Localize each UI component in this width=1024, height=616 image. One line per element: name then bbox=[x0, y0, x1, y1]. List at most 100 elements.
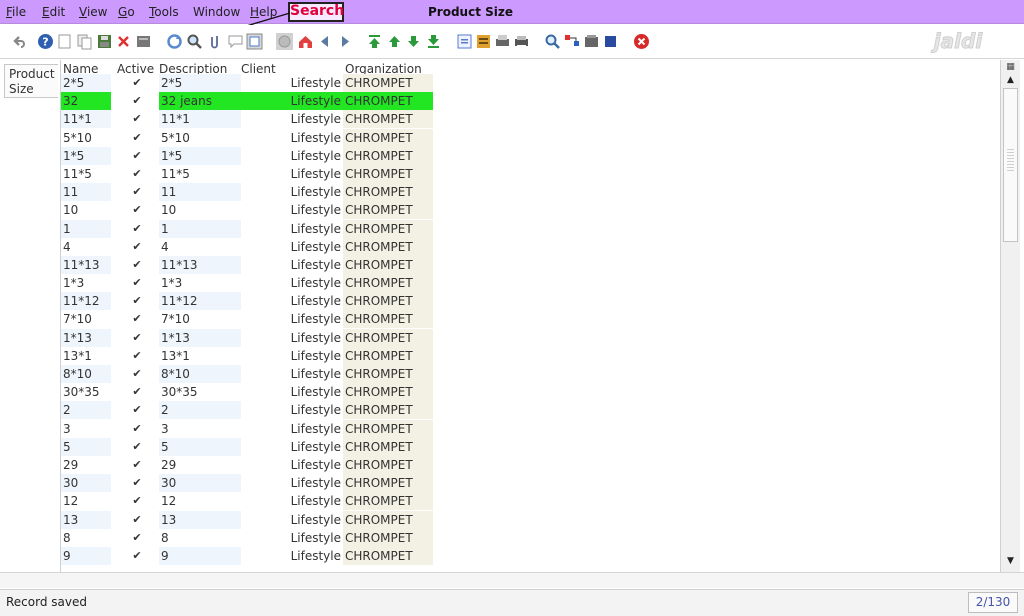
organization-cell[interactable]: CHROMPET bbox=[343, 383, 433, 402]
delete-selection-icon[interactable] bbox=[135, 33, 152, 50]
client-cell[interactable]: Lifestyle bbox=[241, 183, 343, 201]
print-icon[interactable] bbox=[513, 33, 530, 50]
organization-cell[interactable]: CHROMPET bbox=[343, 365, 433, 383]
organization-cell[interactable]: CHROMPET bbox=[343, 274, 433, 293]
client-cell[interactable]: Lifestyle bbox=[241, 201, 343, 219]
client-cell[interactable]: Lifestyle bbox=[241, 456, 343, 474]
name-cell[interactable]: 7*10 bbox=[61, 310, 111, 328]
active-checkbox[interactable]: ✔ bbox=[127, 74, 147, 92]
tab-product-size[interactable]: Product Size bbox=[4, 64, 58, 98]
client-cell[interactable]: Lifestyle bbox=[241, 74, 343, 92]
organization-cell[interactable]: CHROMPET bbox=[343, 74, 433, 92]
organization-cell[interactable]: CHROMPET bbox=[343, 474, 433, 493]
active-checkbox[interactable]: ✔ bbox=[127, 310, 147, 328]
previous-record-icon[interactable] bbox=[386, 33, 403, 50]
active-checkbox[interactable]: ✔ bbox=[127, 474, 147, 492]
client-cell[interactable]: Lifestyle bbox=[241, 220, 343, 238]
description-cell[interactable]: 13 bbox=[159, 510, 241, 529]
zoom-across-icon[interactable] bbox=[544, 33, 561, 50]
vertical-scrollbar[interactable]: ▦ ▲ ▼ bbox=[1000, 60, 1020, 572]
active-checkbox[interactable]: ✔ bbox=[127, 383, 147, 401]
client-cell[interactable]: Lifestyle bbox=[241, 438, 343, 456]
client-cell[interactable]: Lifestyle bbox=[241, 292, 343, 310]
name-cell[interactable]: 13*1 bbox=[61, 347, 111, 365]
client-cell[interactable]: Lifestyle bbox=[241, 129, 343, 147]
client-cell[interactable]: Lifestyle bbox=[241, 256, 343, 274]
active-checkbox[interactable]: ✔ bbox=[127, 201, 147, 219]
description-cell[interactable]: 11 bbox=[159, 183, 241, 202]
table-row[interactable]: 8*10 ✔ 8*10 Lifestyle CHROMPET bbox=[61, 365, 1000, 383]
table-row[interactable]: 12 ✔ 12 Lifestyle CHROMPET bbox=[61, 492, 1000, 511]
description-cell[interactable]: 8 bbox=[159, 529, 241, 547]
search-icon[interactable] bbox=[186, 33, 203, 50]
organization-cell[interactable]: CHROMPET bbox=[343, 419, 433, 438]
active-checkbox[interactable]: ✔ bbox=[127, 274, 147, 292]
name-cell[interactable]: 3 bbox=[61, 420, 111, 438]
table-row[interactable]: 7*10 ✔ 7*10 Lifestyle CHROMPET bbox=[61, 310, 1000, 329]
menu-go[interactable]: Go bbox=[118, 5, 135, 19]
history-icon[interactable] bbox=[276, 33, 293, 50]
organization-cell[interactable]: CHROMPET bbox=[343, 183, 433, 202]
table-row[interactable]: 30 ✔ 30 Lifestyle CHROMPET bbox=[61, 474, 1000, 493]
name-cell[interactable]: 11*1 bbox=[61, 110, 111, 129]
client-cell[interactable]: Lifestyle bbox=[241, 329, 343, 347]
organization-cell[interactable]: CHROMPET bbox=[343, 492, 433, 511]
name-cell[interactable]: 8 bbox=[61, 529, 111, 547]
menu-help[interactable]: Help bbox=[250, 5, 277, 19]
organization-cell[interactable]: CHROMPET bbox=[343, 528, 433, 547]
client-cell[interactable]: Lifestyle bbox=[241, 420, 343, 438]
table-row[interactable]: 8 ✔ 8 Lifestyle CHROMPET bbox=[61, 528, 1000, 547]
description-cell[interactable]: 8*10 bbox=[159, 365, 241, 383]
end-session-icon[interactable] bbox=[602, 33, 619, 50]
name-cell[interactable]: 32 bbox=[61, 92, 111, 111]
name-cell[interactable]: 10 bbox=[61, 201, 111, 219]
close-window-icon[interactable] bbox=[633, 33, 650, 50]
active-checkbox[interactable]: ✔ bbox=[127, 220, 147, 238]
description-cell[interactable]: 11*5 bbox=[159, 165, 241, 183]
name-cell[interactable]: 1*3 bbox=[61, 274, 111, 292]
name-cell[interactable]: 12 bbox=[61, 492, 111, 510]
table-row[interactable]: 11 ✔ 11 Lifestyle CHROMPET bbox=[61, 183, 1000, 202]
active-checkbox[interactable]: ✔ bbox=[127, 238, 147, 256]
refresh-icon[interactable] bbox=[166, 33, 183, 50]
table-row[interactable]: 13 ✔ 13 Lifestyle CHROMPET bbox=[61, 510, 1000, 529]
first-record-icon[interactable] bbox=[366, 33, 383, 50]
active-checkbox[interactable]: ✔ bbox=[127, 147, 147, 165]
description-cell[interactable]: 5 bbox=[159, 437, 241, 456]
report-icon[interactable] bbox=[456, 33, 473, 50]
grid-toggle-icon[interactable] bbox=[246, 33, 263, 50]
description-cell[interactable]: 30 bbox=[159, 474, 241, 493]
active-checkbox[interactable]: ✔ bbox=[127, 438, 147, 456]
menu-file[interactable]: File bbox=[6, 5, 26, 19]
table-row[interactable]: 32 ✔ 32 jeans Lifestyle CHROMPET bbox=[61, 92, 1000, 111]
client-cell[interactable]: Lifestyle bbox=[241, 547, 343, 565]
client-cell[interactable]: Lifestyle bbox=[241, 401, 343, 419]
menu-window[interactable]: Window bbox=[193, 5, 240, 19]
organization-cell[interactable]: CHROMPET bbox=[343, 401, 433, 420]
table-row[interactable]: 5 ✔ 5 Lifestyle CHROMPET bbox=[61, 437, 1000, 456]
client-cell[interactable]: Lifestyle bbox=[241, 529, 343, 547]
scroll-down-arrow-icon[interactable]: ▼ bbox=[1005, 556, 1016, 566]
organization-cell[interactable]: CHROMPET bbox=[343, 128, 433, 147]
name-cell[interactable]: 13 bbox=[61, 510, 111, 529]
name-cell[interactable]: 11 bbox=[61, 183, 111, 202]
active-checkbox[interactable]: ✔ bbox=[127, 292, 147, 310]
active-checkbox[interactable]: ✔ bbox=[127, 92, 147, 110]
table-row[interactable]: 9 ✔ 9 Lifestyle CHROMPET bbox=[61, 546, 1000, 565]
name-cell[interactable]: 2*5 bbox=[61, 74, 111, 92]
active-checkbox[interactable]: ✔ bbox=[127, 420, 147, 438]
organization-cell[interactable]: CHROMPET bbox=[343, 219, 433, 238]
active-checkbox[interactable]: ✔ bbox=[127, 347, 147, 365]
organization-cell[interactable]: CHROMPET bbox=[343, 292, 433, 311]
client-cell[interactable]: Lifestyle bbox=[241, 92, 343, 111]
column-control-icon[interactable]: ▦ bbox=[1005, 62, 1016, 73]
active-checkbox[interactable]: ✔ bbox=[127, 165, 147, 183]
name-cell[interactable]: 30*35 bbox=[61, 383, 111, 401]
description-cell[interactable]: 30*35 bbox=[159, 383, 241, 401]
description-cell[interactable]: 3 bbox=[159, 420, 241, 438]
client-cell[interactable]: Lifestyle bbox=[241, 310, 343, 328]
home-icon[interactable] bbox=[297, 33, 314, 50]
table-row[interactable]: 1*3 ✔ 1*3 Lifestyle CHROMPET bbox=[61, 274, 1000, 293]
client-cell[interactable]: Lifestyle bbox=[241, 474, 343, 492]
name-cell[interactable]: 2 bbox=[61, 401, 111, 420]
